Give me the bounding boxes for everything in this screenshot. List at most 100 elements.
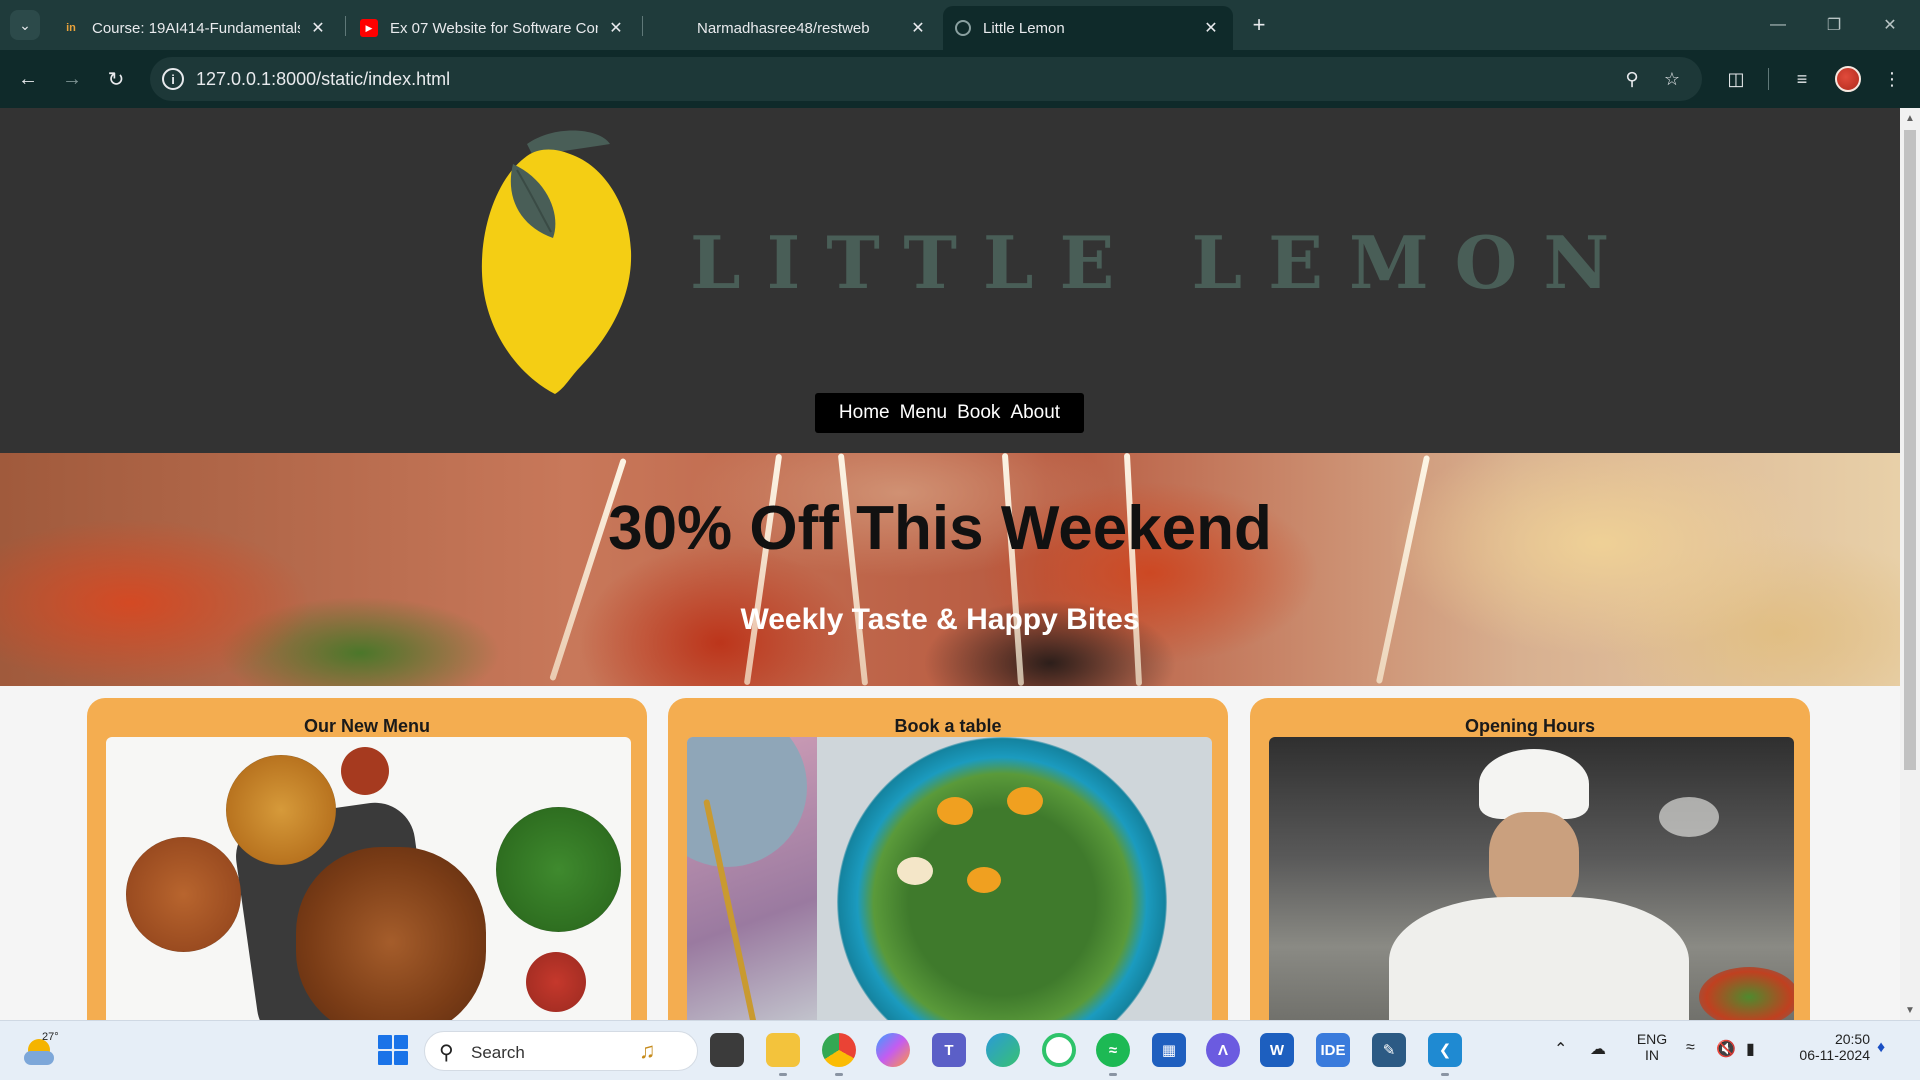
restore-icon[interactable]: ❐: [1814, 10, 1854, 40]
reload-icon[interactable]: ↻: [100, 63, 132, 95]
photo-roast-chicken: [296, 847, 486, 1020]
photo-egg: [967, 867, 1001, 893]
card-book-table[interactable]: Book a table: [668, 698, 1228, 1020]
file-explorer-icon[interactable]: [766, 1033, 800, 1067]
hero-cheese-strand: [1123, 453, 1143, 686]
wifi-icon[interactable]: ≈: [1686, 1039, 1695, 1057]
hero-cheese-strand: [1375, 454, 1431, 685]
weather-temperature: 27°: [42, 1031, 59, 1043]
microsoft-store-icon[interactable]: ▦: [1152, 1033, 1186, 1067]
address-url[interactable]: 127.0.0.1:8000/static/index.html: [196, 69, 450, 90]
bookmark-star-icon[interactable]: ☆: [1658, 65, 1686, 93]
tab-title: Narmadhasree48/restweb: [697, 19, 870, 37]
youtube-icon: ▶: [360, 19, 378, 37]
scrollbar-thumb[interactable]: [1904, 130, 1916, 770]
edge-icon[interactable]: [986, 1033, 1020, 1067]
back-arrow-icon[interactable]: ←: [12, 63, 44, 95]
tab-close-icon[interactable]: ✕: [1201, 18, 1221, 38]
card-title: Book a table: [894, 716, 1002, 736]
windows-start-icon[interactable]: [378, 1035, 408, 1065]
browser-menu-kebab-icon[interactable]: ⋮: [1876, 63, 1908, 95]
taskbar-search-label: Search: [471, 1043, 525, 1062]
mysql-workbench-icon[interactable]: ✎: [1372, 1033, 1406, 1067]
app-running-indicator: [1441, 1073, 1449, 1076]
nav-link-menu[interactable]: Menu: [900, 402, 948, 424]
teams-icon[interactable]: T: [932, 1033, 966, 1067]
close-window-icon[interactable]: ✕: [1870, 10, 1910, 40]
chef-kitchen-photo: [1269, 737, 1794, 1020]
app-running-indicator: [779, 1073, 787, 1076]
hero-cheese-strand: [837, 453, 869, 686]
arc-app-icon[interactable]: Λ: [1206, 1033, 1240, 1067]
photo-salsa-bowl: [526, 952, 586, 1012]
media-controls-icon[interactable]: ≡: [1786, 63, 1818, 95]
photo-chef-jacket: [1389, 897, 1689, 1020]
tab-title: Little Lemon: [983, 19, 1065, 37]
hero-subtitle: Weekly Taste & Happy Bites: [740, 603, 1140, 636]
region-code: IN: [1645, 1047, 1659, 1063]
browser-tab-youtube[interactable]: ▶ Ex 07 Website for Software Con ✕: [348, 6, 638, 50]
vscode-icon[interactable]: ❮: [1428, 1033, 1462, 1067]
word-icon[interactable]: W: [1260, 1033, 1294, 1067]
photo-chef-hat: [1479, 749, 1589, 819]
zoom-magnifier-icon[interactable]: ⚲: [1618, 65, 1646, 93]
tab-close-icon[interactable]: ✕: [606, 18, 626, 38]
photo-salad-bowl: [837, 737, 1167, 1020]
weather-widget[interactable]: 27°: [22, 1031, 59, 1069]
toolbar-divider: [1768, 68, 1769, 90]
taskbar-search-box[interactable]: ⚲ Search ♫: [424, 1031, 698, 1071]
salad-bowl-photo: [687, 737, 1212, 1020]
tab-title: Ex 07 Website for Software Con: [390, 19, 598, 37]
onedrive-cloud-icon[interactable]: ☁: [1590, 1039, 1606, 1059]
nav-link-about[interactable]: About: [1010, 402, 1060, 424]
language-code: ENG: [1636, 1031, 1668, 1047]
scroll-down-arrow-icon[interactable]: ▼: [1904, 1004, 1916, 1016]
nav-link-home[interactable]: Home: [839, 402, 890, 424]
hero-cheese-strand: [549, 457, 627, 682]
tab-close-icon[interactable]: ✕: [908, 18, 928, 38]
page-scrollbar[interactable]: ▲ ▼: [1900, 108, 1920, 1020]
extensions-puzzle-icon[interactable]: ◫: [1720, 63, 1752, 95]
scroll-up-arrow-icon[interactable]: ▲: [1904, 112, 1916, 124]
tab-search-chevron-icon[interactable]: ⌄: [10, 10, 40, 40]
globe-icon: [955, 20, 971, 36]
minimize-icon[interactable]: —: [1758, 10, 1798, 40]
tray-overflow-chevron-icon[interactable]: ⌃: [1554, 1039, 1567, 1059]
search-highlight-icon: ♫: [639, 1038, 656, 1063]
clock-time: 20:50: [1834, 1031, 1870, 1047]
clock[interactable]: 20:50 06-11-2024: [1780, 1031, 1870, 1063]
notification-bell-icon[interactable]: ♦: [1877, 1039, 1885, 1057]
browser-tab-little-lemon[interactable]: Little Lemon ✕: [943, 6, 1233, 50]
tab-divider: [642, 16, 643, 36]
ide-icon[interactable]: IDE: [1316, 1033, 1350, 1067]
browser-tab-course[interactable]: in Course: 19AI414-Fundamentals ✕: [50, 6, 340, 50]
profile-avatar[interactable]: [1835, 66, 1861, 92]
windows-taskbar: 27° ⚲ Search ♫ T ≈ ▦ Λ W IDE ✎ ❮ ⌃ ☁ ENG…: [0, 1020, 1920, 1080]
forward-arrow-icon[interactable]: →: [56, 63, 88, 95]
nav-link-book[interactable]: Book: [957, 402, 1000, 424]
photo-garnish: [1699, 967, 1794, 1020]
task-view-icon[interactable]: [710, 1033, 744, 1067]
address-bar[interactable]: i 127.0.0.1:8000/static/index.html ⚲ ☆: [150, 57, 1702, 101]
volume-muted-icon[interactable]: 🔇: [1716, 1039, 1736, 1059]
battery-icon[interactable]: ▮: [1746, 1039, 1755, 1059]
circular-app-icon[interactable]: [1042, 1033, 1076, 1067]
card-opening-hours[interactable]: Opening Hours: [1250, 698, 1810, 1020]
photo-egg: [937, 797, 973, 825]
brand-wordmark: LITTLE LEMON: [690, 220, 1636, 305]
photo-egg: [897, 857, 933, 885]
browser-tab-github[interactable]: Narmadhasree48/restweb ✕: [655, 6, 940, 50]
chrome-icon[interactable]: [822, 1033, 856, 1067]
copilot-icon[interactable]: [876, 1033, 910, 1067]
language-indicator[interactable]: ENG IN: [1632, 1031, 1672, 1063]
new-tab-plus-icon[interactable]: +: [1246, 12, 1272, 38]
photo-rice-bowl: [226, 755, 336, 865]
hero-cheese-strand: [743, 453, 783, 686]
spotify-icon[interactable]: ≈: [1096, 1033, 1130, 1067]
card-new-menu[interactable]: Our New Menu: [87, 698, 647, 1020]
main-nav: Home Menu Book About: [815, 393, 1084, 433]
card-title: Our New Menu: [303, 716, 430, 736]
tab-divider: [345, 16, 346, 36]
tab-close-icon[interactable]: ✕: [308, 18, 328, 38]
site-info-icon[interactable]: i: [162, 68, 184, 90]
